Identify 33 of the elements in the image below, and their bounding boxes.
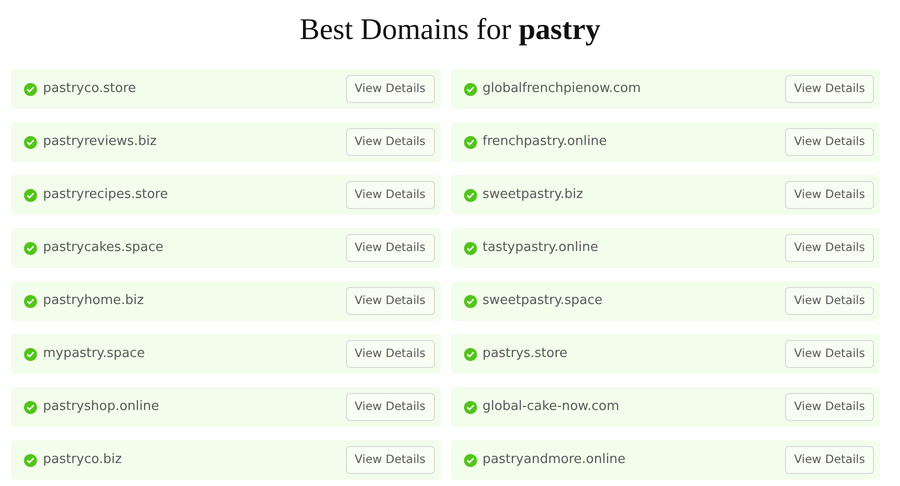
domain-name: pastryrecipes.store [43, 186, 169, 204]
view-details-button[interactable]: View Details [785, 75, 874, 103]
view-details-button[interactable]: View Details [785, 393, 874, 421]
view-details-button[interactable]: View Details [785, 446, 874, 474]
domain-name: pastryandmore.online [482, 451, 627, 470]
domain-name: pastryreviews.biz [43, 133, 158, 152]
domain-name: pastryhome.biz [43, 292, 145, 310]
view-details-button[interactable]: View Details [346, 75, 434, 103]
domain-name: pastryco.store [43, 80, 138, 98]
domain-name: pastrycakes.space [43, 239, 164, 258]
domain-name: pastryco.biz [43, 451, 123, 470]
view-details-button[interactable]: View Details [346, 234, 434, 262]
view-details-button[interactable]: View Details [785, 287, 874, 315]
domain-name: sweetpastry.space [482, 292, 604, 310]
view-details-button[interactable]: View Details [346, 128, 434, 156]
view-details-button[interactable]: View Details [785, 234, 874, 262]
view-details-button[interactable]: View Details [346, 340, 434, 368]
domain-name: sweetpastry.biz [482, 186, 584, 204]
view-details-button[interactable]: View Details [785, 128, 874, 156]
view-details-button[interactable]: View Details [785, 181, 874, 209]
domain-name: tastypastry.online [482, 239, 600, 258]
view-details-button[interactable]: View Details [346, 181, 434, 209]
domain-name: frenchpastry.online [482, 133, 608, 152]
domain-name: pastryshop.online [43, 398, 160, 416]
view-details-button[interactable]: View Details [346, 287, 434, 315]
domain-name: mypastry.space [43, 345, 146, 364]
domain-name: global-cake-now.com [482, 398, 620, 416]
page-title: Best Domains for pastry [300, 12, 600, 48]
view-details-button[interactable]: View Details [346, 393, 434, 421]
view-details-button[interactable]: View Details [346, 446, 434, 474]
domain-name: globalfrenchpienow.com [482, 80, 642, 98]
domain-name: pastrys.store [482, 345, 568, 364]
view-details-button[interactable]: View Details [785, 340, 874, 368]
